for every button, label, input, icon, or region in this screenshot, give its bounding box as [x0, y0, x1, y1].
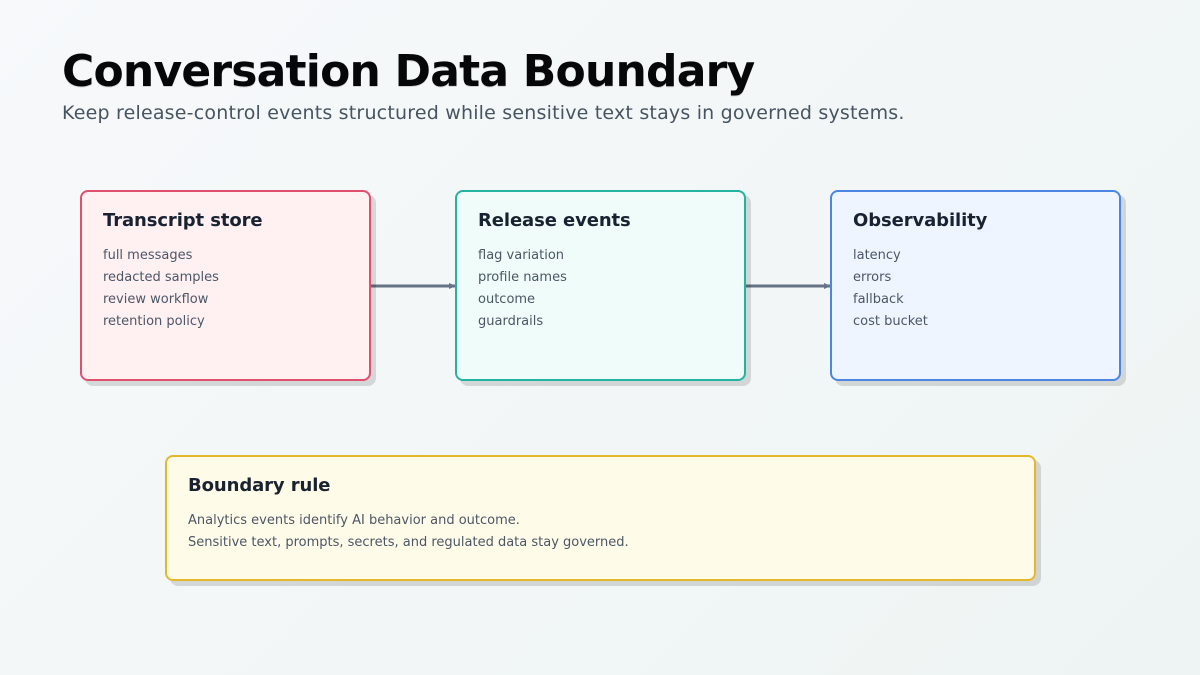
node-item: full messages	[103, 248, 193, 263]
node-release-events: Release events flag variation profile na…	[455, 190, 746, 381]
node-item-list: flag variation profile names outcome gua…	[478, 245, 723, 333]
node-observability: Observability latency errors fallback co…	[830, 190, 1121, 381]
node-item-list: latency errors fallback cost bucket	[853, 245, 1098, 333]
node-item: outcome	[478, 292, 536, 307]
boundary-rule-title: Boundary rule	[188, 475, 331, 496]
node-item: cost bucket	[853, 314, 928, 329]
node-item: latency	[853, 248, 901, 263]
node-item: review workflow	[103, 292, 209, 307]
page-subtitle: Keep release-control events structured w…	[62, 102, 905, 124]
node-item-list: full messages redacted samples review wo…	[103, 245, 348, 333]
node-title: Release events	[478, 210, 631, 231]
node-item: profile names	[478, 270, 567, 285]
node-item: flag variation	[478, 248, 565, 263]
node-title: Observability	[853, 210, 988, 231]
node-title: Transcript store	[103, 210, 263, 231]
node-item: fallback	[853, 292, 904, 307]
boundary-rule-line: Sensitive text, prompts, secrets, and re…	[188, 535, 629, 550]
boundary-rule-lines: Analytics events identify AI behavior an…	[188, 510, 1013, 554]
node-item: errors	[853, 270, 892, 285]
page-title: Conversation Data Boundary	[62, 46, 755, 97]
node-item: retention policy	[103, 314, 205, 329]
node-item: guardrails	[478, 314, 544, 329]
boundary-rule-panel: Boundary rule Analytics events identify …	[165, 455, 1036, 581]
boundary-rule-line: Analytics events identify AI behavior an…	[188, 513, 520, 528]
node-item: redacted samples	[103, 270, 219, 285]
node-transcript-store: Transcript store full messages redacted …	[80, 190, 371, 381]
